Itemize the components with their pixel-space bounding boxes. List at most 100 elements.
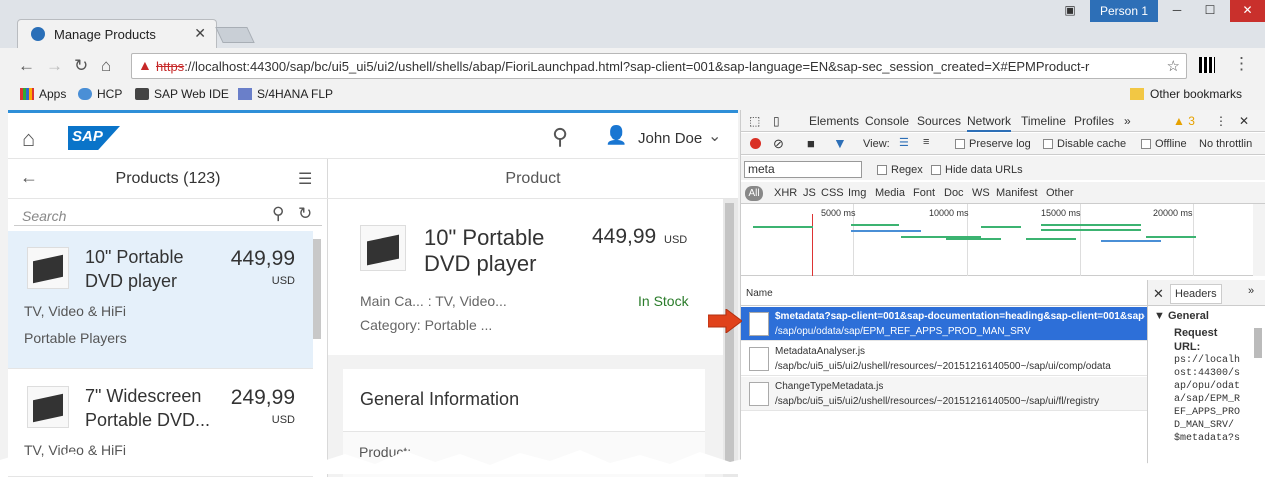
cast-icon[interactable]: ▣ bbox=[1055, 0, 1085, 22]
tab-console[interactable]: Console bbox=[865, 114, 909, 128]
list-options-icon[interactable]: ☰ bbox=[298, 169, 312, 189]
tab-profiles[interactable]: Profiles bbox=[1074, 114, 1114, 128]
warning-count[interactable]: ▲ 3 bbox=[1173, 114, 1195, 128]
type-all[interactable]: All bbox=[745, 186, 763, 201]
request-row[interactable]: MetadataAnalyser.js /sap/bc/ui5_ui5/ui2/… bbox=[741, 342, 1147, 376]
home-icon[interactable]: ⌂ bbox=[22, 126, 35, 152]
star-icon[interactable]: ☆ bbox=[1167, 57, 1180, 75]
request-row[interactable]: $metadata?sap-client=001&sap-documentati… bbox=[741, 307, 1147, 341]
type-manifest[interactable]: Manifest bbox=[996, 187, 1038, 199]
browser-tab[interactable]: Manage Products ✕ bbox=[17, 19, 217, 48]
regex-checkbox[interactable]: Regex bbox=[877, 164, 923, 176]
more-tabs-icon[interactable]: » bbox=[1124, 114, 1131, 128]
address-bar[interactable]: ▲ https://localhost:44300/sap/bc/ui5_ui5… bbox=[131, 53, 1187, 79]
bookmarks-bar: Apps HCP SAP Web IDE S/4HANA FLP Other b… bbox=[0, 84, 1265, 108]
detail-scrollbar[interactable] bbox=[723, 199, 738, 477]
bookmark-webide[interactable]: SAP Web IDE bbox=[135, 87, 229, 101]
cloud-icon bbox=[78, 88, 92, 100]
name-column-header[interactable]: Name bbox=[741, 280, 1147, 306]
forward-icon[interactable]: → bbox=[46, 56, 63, 76]
bookmark-flp[interactable]: S/4HANA FLP bbox=[238, 87, 333, 101]
close-window-button[interactable]: ✕ bbox=[1230, 0, 1265, 22]
detail-header: Product bbox=[328, 159, 738, 199]
search-icon[interactable]: ⚲ bbox=[272, 204, 284, 224]
type-xhr[interactable]: XHR bbox=[774, 187, 797, 199]
folder-icon bbox=[1130, 88, 1144, 100]
file-icon bbox=[749, 382, 769, 406]
maximize-button[interactable]: ☐ bbox=[1195, 0, 1225, 22]
user-name[interactable]: John Doe bbox=[638, 130, 702, 147]
type-font[interactable]: Font bbox=[913, 187, 935, 199]
waterfall-icon[interactable]: ≡ bbox=[923, 136, 929, 148]
qr-extension-icon[interactable] bbox=[1199, 57, 1215, 73]
resource-type-filters: All XHR JS CSS Img Media Font Doc WS Man… bbox=[741, 182, 1265, 204]
type-js[interactable]: JS bbox=[803, 187, 816, 199]
chevron-down-icon[interactable]: ⌄ bbox=[708, 126, 721, 146]
disable-cache-checkbox[interactable]: Disable cache bbox=[1043, 138, 1126, 150]
sap-logo: SAP bbox=[68, 126, 120, 150]
tab-sources[interactable]: Sources bbox=[917, 114, 961, 128]
bookmark-apps[interactable]: Apps bbox=[20, 87, 66, 101]
clear-icon[interactable]: ⊘ bbox=[773, 136, 784, 152]
close-panel-icon[interactable]: ✕ bbox=[1153, 286, 1164, 302]
overview-scrollbar[interactable] bbox=[1253, 204, 1265, 276]
throttling-select[interactable]: No throttlin bbox=[1199, 138, 1252, 150]
tab-network[interactable]: Network bbox=[967, 114, 1012, 132]
profile-button[interactable]: Person 1 bbox=[1090, 0, 1158, 22]
tab-timeline[interactable]: Timeline bbox=[1021, 114, 1066, 128]
fiori-app: ⌂ SAP ⚲ 👤 John Doe ⌄ ← Products (123) ☰ … bbox=[8, 110, 738, 477]
record-icon[interactable] bbox=[750, 138, 761, 149]
hide-data-urls-checkbox[interactable]: Hide data URLs bbox=[931, 164, 1023, 176]
tab-headers[interactable]: Headers bbox=[1170, 284, 1222, 304]
menu-icon[interactable]: ⋮ bbox=[1233, 54, 1250, 74]
home-icon[interactable]: ⌂ bbox=[101, 56, 111, 76]
type-media[interactable]: Media bbox=[875, 187, 905, 199]
network-overview[interactable]: 5000 ms 10000 ms 15000 ms 20000 ms bbox=[741, 204, 1265, 276]
headers-scrollbar[interactable] bbox=[1254, 328, 1262, 358]
file-icon bbox=[749, 347, 769, 371]
product-currency: USD bbox=[664, 234, 688, 246]
type-img[interactable]: Img bbox=[848, 187, 866, 199]
new-tab-button[interactable] bbox=[215, 27, 255, 43]
more-tabs-icon[interactable]: » bbox=[1248, 285, 1254, 297]
bookmark-hcp[interactable]: HCP bbox=[78, 87, 122, 101]
camera-icon[interactable]: ■ bbox=[807, 136, 815, 151]
reload-icon[interactable]: ↻ bbox=[74, 56, 88, 76]
view-label: View: bbox=[863, 138, 890, 150]
offline-checkbox[interactable]: Offline bbox=[1141, 138, 1187, 150]
list-item[interactable]: 10" Portable DVD player 449,99 USD TV, V… bbox=[8, 231, 313, 369]
warning-icon: ▲ bbox=[138, 57, 152, 73]
general-section[interactable]: ▼ General bbox=[1154, 310, 1209, 322]
master-scrollbar[interactable] bbox=[313, 239, 321, 339]
list-view-icon[interactable]: ☰ bbox=[899, 136, 909, 149]
close-devtools-icon[interactable]: ✕ bbox=[1239, 114, 1249, 128]
url-text[interactable]: https://localhost:44300/sap/bc/ui5_ui5/u… bbox=[156, 59, 1166, 74]
minimize-button[interactable]: ─ bbox=[1162, 0, 1192, 22]
request-row[interactable]: ChangeTypeMetadata.js /sap/bc/ui5_ui5/ui… bbox=[741, 377, 1147, 411]
type-ws[interactable]: WS bbox=[972, 187, 990, 199]
type-other[interactable]: Other bbox=[1046, 187, 1074, 199]
user-icon[interactable]: 👤 bbox=[605, 125, 627, 146]
main-category: Main Ca... : TV, Video... bbox=[360, 293, 507, 309]
load-marker bbox=[812, 214, 813, 276]
search-icon[interactable]: ⚲ bbox=[552, 124, 568, 150]
inspect-icon[interactable]: ⬚ bbox=[749, 114, 760, 128]
back-icon[interactable]: ← bbox=[18, 56, 35, 76]
more-icon[interactable]: ⋮ bbox=[1215, 114, 1227, 128]
refresh-icon[interactable]: ↻ bbox=[298, 204, 312, 224]
favicon-icon bbox=[31, 27, 45, 41]
close-tab-icon[interactable]: ✕ bbox=[194, 25, 206, 42]
other-bookmarks[interactable]: Other bookmarks bbox=[1130, 87, 1242, 101]
tick-label: 15000 ms bbox=[1041, 208, 1081, 218]
tick-label: 5000 ms bbox=[821, 208, 856, 218]
device-icon[interactable]: ▯ bbox=[773, 114, 780, 128]
preserve-log-checkbox[interactable]: Preserve log bbox=[955, 138, 1031, 150]
tab-elements[interactable]: Elements bbox=[809, 114, 859, 128]
request-path: /sap/opu/odata/sap/EPM_REF_APPS_PROD_MAN… bbox=[775, 326, 1031, 337]
type-css[interactable]: CSS bbox=[821, 187, 844, 199]
network-toolbar: ⊘ ■ ▼ View: ☰ ≡ Preserve log Disable cac… bbox=[741, 133, 1265, 155]
filter-input[interactable]: meta bbox=[744, 161, 862, 178]
filter-icon[interactable]: ▼ bbox=[833, 135, 847, 151]
type-doc[interactable]: Doc bbox=[944, 187, 964, 199]
search-field[interactable]: Search ⚲ ↻ bbox=[14, 204, 322, 226]
